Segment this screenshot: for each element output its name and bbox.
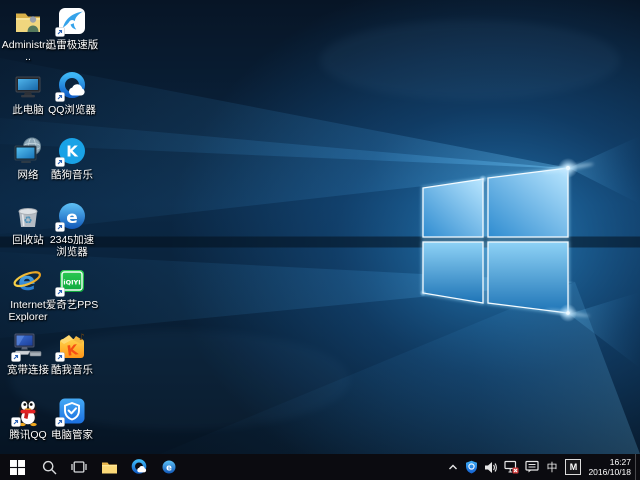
shortcut-arrow-badge [55,222,65,232]
qq-ring-cloud-icon [55,69,89,103]
iqiyi-green-icon: iQIYI [55,264,89,298]
desktop-icon-label: 爱奇艺PPS [46,299,99,311]
svg-text:iQIYI: iQIYI [63,279,80,287]
ime-language-indicator[interactable]: 中 [542,459,561,475]
tray-icons [444,454,542,480]
desktop-icon-2345-browser[interactable]: e 2345加速浏览器 [45,199,99,258]
blue-e-globe-icon: e [55,199,89,233]
search-button[interactable] [34,454,64,480]
file-explorer-button[interactable] [94,454,124,480]
kuwo-box-icon: K♪ [55,329,89,363]
start-button[interactable] [0,454,34,480]
user-folder-icon [11,4,45,38]
system-tray: 中 M 16:27 2016/10/18 [444,454,640,480]
svg-text:e: e [66,208,78,228]
desktop-icon-xunlei-speed[interactable]: 迅雷极速版 [45,4,99,51]
windows-desktop: Administra...迅雷极速版此电脑QQ浏览器网络K酷狗音乐♻回收站e23… [0,0,640,480]
svg-text:♪: ♪ [79,333,85,343]
svg-text:♻: ♻ [24,216,33,227]
task-view-frames-icon [71,459,87,475]
kugou-k-icon: K [55,134,89,168]
speaker-icon [484,461,498,474]
shield-check-icon [55,394,89,428]
shortcut-arrow-badge [11,417,21,427]
network-globe-icon [11,134,45,168]
message-bubble-icon [525,460,539,474]
desktop-icon-label: 网络 [18,169,39,181]
qq-penguin-icon [11,394,45,428]
clock-time: 16:27 [588,457,631,467]
action-center-tray-button[interactable] [522,454,542,480]
shortcut-arrow-badge [55,287,65,297]
svg-text:e: e [166,464,172,474]
xunlei-bird-icon [55,4,89,38]
shortcut-arrow-badge [55,157,65,167]
desktop-icon-kuwo-music[interactable]: K♪酷我音乐 [45,329,99,376]
desktop-icon-label: 腾讯QQ [9,429,46,441]
taskbar-buttons: e [0,454,184,480]
shortcut-arrow-badge [55,27,65,37]
svg-text:K: K [66,143,79,161]
desktop-icon-kugou-music[interactable]: K 酷狗音乐 [45,134,99,181]
taskbar-clock[interactable]: 16:27 2016/10/18 [588,457,631,477]
2345-browser-button[interactable]: e [154,454,184,480]
ime-mode-indicator[interactable]: M [565,459,581,475]
shortcut-arrow-badge [55,417,65,427]
ie-e-icon: e [11,264,45,298]
desktop-icon-grid: Administra...迅雷极速版此电脑QQ浏览器网络K酷狗音乐♻回收站e23… [0,0,640,454]
broadband-pc-icon [11,329,45,363]
chevron-up-icon [447,461,459,473]
task-view-button[interactable] [64,454,94,480]
windows-logo-icon [10,460,25,475]
clock-date: 2016/10/18 [588,467,631,477]
desktop-icon-pc-manager[interactable]: 电脑管家 [45,394,99,441]
shortcut-arrow-badge [55,92,65,102]
qq-browser-button[interactable] [124,454,154,480]
security-center-tray-button[interactable] [462,454,481,480]
desktop-icon-label: 酷狗音乐 [51,169,93,181]
folder-icon [101,460,118,475]
desktop-icon-label: 迅雷极速版 [46,39,99,51]
monitor-icon [11,69,45,103]
hidden-icons-tray-button[interactable] [444,454,462,480]
blue-shield-icon [465,460,478,474]
shortcut-arrow-badge [55,352,65,362]
desktop-icon-qq-browser[interactable]: QQ浏览器 [45,69,99,116]
monitor-red-x-icon [504,460,519,474]
shortcut-arrow-badge [11,352,21,362]
network-status-tray-button[interactable] [501,454,522,480]
desktop-icon-label: 回收站 [12,234,44,246]
magnifier-icon [42,460,57,475]
desktop-icon-label: 酷我音乐 [51,364,93,376]
desktop-icon-label: 此电脑 [12,104,44,116]
qq-ring-cloud-small-icon [130,458,148,476]
blue-e-globe-small-icon: e [161,459,177,475]
desktop-icon-label: 电脑管家 [51,429,93,441]
desktop-icon-iqiyi-pps[interactable]: iQIYI 爱奇艺PPS [45,264,99,311]
recycle-bin-icon: ♻ [11,199,45,233]
desktop-icon-label: 宽带连接 [7,364,49,376]
desktop-icon-label: 2345加速浏览器 [45,234,99,258]
volume-tray-button[interactable] [481,454,501,480]
show-desktop-button[interactable] [635,454,640,480]
taskbar: e 中 M 16:27 2016/10/18 [0,454,640,480]
desktop-icon-label: QQ浏览器 [48,104,96,116]
